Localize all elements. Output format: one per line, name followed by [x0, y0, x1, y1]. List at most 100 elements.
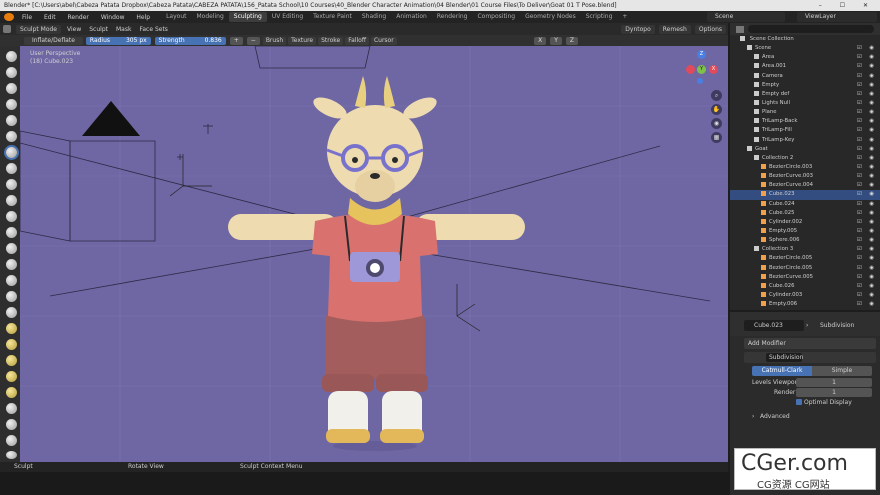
visibility-toggle-icon[interactable]: ☑ ◉ — [857, 227, 877, 236]
clay-thumb-brush-icon[interactable] — [6, 115, 17, 126]
brush-dropdown[interactable]: Brush — [262, 36, 287, 45]
outliner-row[interactable]: Cylinder.003 ☑ ◉ — [730, 291, 880, 300]
outliner-row[interactable]: Cube.023 ☑ ◉ — [730, 190, 880, 200]
outliner-row[interactable]: Lights Null ☑ ◉ — [730, 99, 880, 108]
tab-texture-paint[interactable]: Texture Paint — [308, 12, 357, 22]
radius-field[interactable]: Radius 305 px — [85, 36, 151, 45]
outliner-row[interactable]: Collection 3 ☑ ◉ — [730, 245, 880, 254]
outliner-row[interactable]: Empty.005 ☑ ◉ — [730, 227, 880, 236]
render-levels-field[interactable]: 1 — [796, 388, 872, 397]
fill-brush-icon[interactable] — [6, 227, 17, 238]
visibility-toggle-icon[interactable]: ☑ ◉ — [857, 136, 877, 145]
3d-viewport[interactable]: User Perspective (18) Cube.023 Z Y X ⌕ ✋… — [20, 46, 728, 462]
visibility-toggle-icon[interactable]: ☑ ◉ — [857, 126, 877, 135]
tab-rendering[interactable]: Rendering — [432, 12, 473, 22]
menu-view[interactable]: View — [63, 26, 85, 33]
stroke-dropdown[interactable]: Stroke — [318, 36, 344, 45]
outliner-row[interactable]: Cube.024 ☑ ◉ — [730, 200, 880, 209]
tab-compositing[interactable]: Compositing — [472, 12, 520, 22]
outliner-row[interactable]: BezierCircle.005 ☑ ◉ — [730, 254, 880, 263]
menu-mask[interactable]: Mask — [112, 26, 135, 33]
scene-selector[interactable]: Scene — [707, 12, 785, 22]
pan-hand-icon[interactable]: ✋ — [711, 104, 722, 115]
outliner-row[interactable]: Scene ☑ ◉ — [730, 44, 880, 53]
pinch-brush-icon[interactable] — [6, 275, 17, 286]
outliner-row[interactable]: Area.001 ☑ ◉ — [730, 62, 880, 71]
outliner-row[interactable]: Cube.026 ☑ ◉ — [730, 282, 880, 291]
tab-shading[interactable]: Shading — [357, 12, 391, 22]
visibility-toggle-icon[interactable]: ☑ ◉ — [857, 300, 877, 309]
visibility-toggle-icon[interactable]: ☑ ◉ — [857, 81, 877, 90]
visibility-toggle-icon[interactable]: ☑ ◉ — [857, 53, 877, 62]
menu-window[interactable]: Window — [96, 14, 130, 21]
tab-modeling[interactable]: Modeling — [192, 12, 229, 22]
clay-strips-brush-icon[interactable] — [6, 99, 17, 110]
visibility-toggle-icon[interactable]: ☑ ◉ — [857, 117, 877, 126]
blender-logo-icon[interactable] — [4, 13, 14, 21]
editor-type-icon[interactable] — [3, 25, 11, 33]
layer-brush-icon[interactable] — [6, 131, 17, 142]
outliner-row[interactable]: Sphere.006 ☑ ◉ — [730, 236, 880, 245]
add-direction-button[interactable]: + — [229, 36, 243, 45]
tab-animation[interactable]: Animation — [391, 12, 432, 22]
visibility-toggle-icon[interactable]: ☑ ◉ — [857, 209, 877, 218]
outliner-row[interactable]: Empty ☑ ◉ — [730, 81, 880, 90]
smooth-brush-icon[interactable] — [6, 195, 17, 206]
outliner-row[interactable]: Empty def ☑ ◉ — [730, 90, 880, 99]
zoom-icon[interactable]: ⌕ — [711, 90, 722, 101]
outliner-row[interactable]: Area ☑ ◉ — [730, 53, 880, 62]
outliner-row[interactable]: Plane ☑ ◉ — [730, 108, 880, 117]
mode-selector[interactable]: Sculpt Mode — [16, 24, 61, 34]
visibility-toggle-icon[interactable]: ☑ ◉ — [857, 200, 877, 209]
visibility-toggle-icon[interactable]: ☑ ◉ — [857, 172, 877, 181]
falloff-dropdown[interactable]: Falloff — [345, 36, 369, 45]
outliner-row[interactable]: BezierCircle.005 ☑ ◉ — [730, 264, 880, 273]
outliner-row[interactable]: Empty.006 ☑ ◉ — [730, 300, 880, 309]
cursor-dropdown[interactable]: Cursor — [370, 36, 397, 45]
strength-field[interactable]: Strength 0.836 — [154, 36, 226, 45]
add-workspace-button[interactable]: + — [617, 12, 632, 22]
visibility-toggle-icon[interactable]: ☑ ◉ — [857, 236, 877, 245]
slide-relax-brush-icon[interactable] — [6, 403, 17, 414]
remesh-dropdown[interactable]: Remesh — [658, 24, 691, 34]
clay-brush-icon[interactable] — [6, 83, 17, 94]
add-modifier-button[interactable]: Add Modifier — [744, 338, 876, 349]
menu-help[interactable]: Help — [131, 14, 155, 21]
visibility-toggle-icon[interactable]: ☑ ◉ — [857, 190, 877, 199]
optimal-display-checkbox[interactable] — [796, 399, 802, 405]
catmull-clark-button[interactable]: Catmull-Clark — [752, 366, 812, 376]
nudge-brush-icon[interactable] — [6, 371, 17, 382]
perspective-toggle-icon[interactable]: ▦ — [711, 132, 722, 143]
outliner-row[interactable]: Cylinder.002 ☑ ◉ — [730, 218, 880, 227]
tab-sculpting[interactable]: Sculpting — [228, 12, 267, 22]
simple-button[interactable]: Simple — [812, 366, 872, 376]
visibility-toggle-icon[interactable]: ☑ ◉ — [857, 245, 877, 254]
pose-brush-icon[interactable] — [6, 355, 17, 366]
outliner-row[interactable]: TriLamp-Key ☑ ◉ — [730, 136, 880, 145]
visibility-toggle-icon[interactable]: ☑ ◉ — [857, 72, 877, 81]
levels-viewport-field[interactable]: 1 — [796, 378, 872, 387]
tab-geometry-nodes[interactable]: Geometry Nodes — [520, 12, 581, 22]
gizmo-x-axis[interactable]: X — [709, 65, 718, 74]
flatten-brush-icon[interactable] — [6, 211, 17, 222]
visibility-toggle-icon[interactable]: ☑ ◉ — [857, 181, 877, 190]
menu-render[interactable]: Render — [63, 14, 94, 21]
visibility-toggle-icon[interactable]: ☑ ◉ — [857, 282, 877, 291]
visibility-toggle-icon[interactable]: ☑ ◉ — [857, 90, 877, 99]
outliner-row[interactable]: Cube.025 ☑ ◉ — [730, 209, 880, 218]
draw-brush-icon[interactable] — [6, 51, 17, 62]
outliner-root[interactable]: Scene Collection — [730, 35, 880, 44]
outliner-row[interactable]: TriLamp-Back ☑ ◉ — [730, 117, 880, 126]
object-name-field[interactable]: Cube.023 — [744, 320, 804, 331]
gizmo-neg-z-axis[interactable] — [697, 78, 703, 84]
elastic-deform-brush-icon[interactable] — [6, 307, 17, 318]
outliner-row[interactable]: Collection 2 ☑ ◉ — [730, 154, 880, 163]
outliner-row[interactable]: BezierCurve.004 ☑ ◉ — [730, 181, 880, 190]
brush-selector[interactable]: Inflate/Deflate — [24, 36, 83, 45]
gizmo-neg-x-axis[interactable] — [686, 65, 695, 74]
view-layer-selector[interactable]: ViewLayer — [797, 12, 877, 22]
menu-file[interactable]: File — [17, 14, 37, 21]
outliner-row[interactable]: BezierCurve.003 ☑ ◉ — [730, 172, 880, 181]
cloth-brush-icon[interactable] — [6, 435, 17, 446]
gizmo-y-axis[interactable]: Y — [697, 65, 706, 74]
